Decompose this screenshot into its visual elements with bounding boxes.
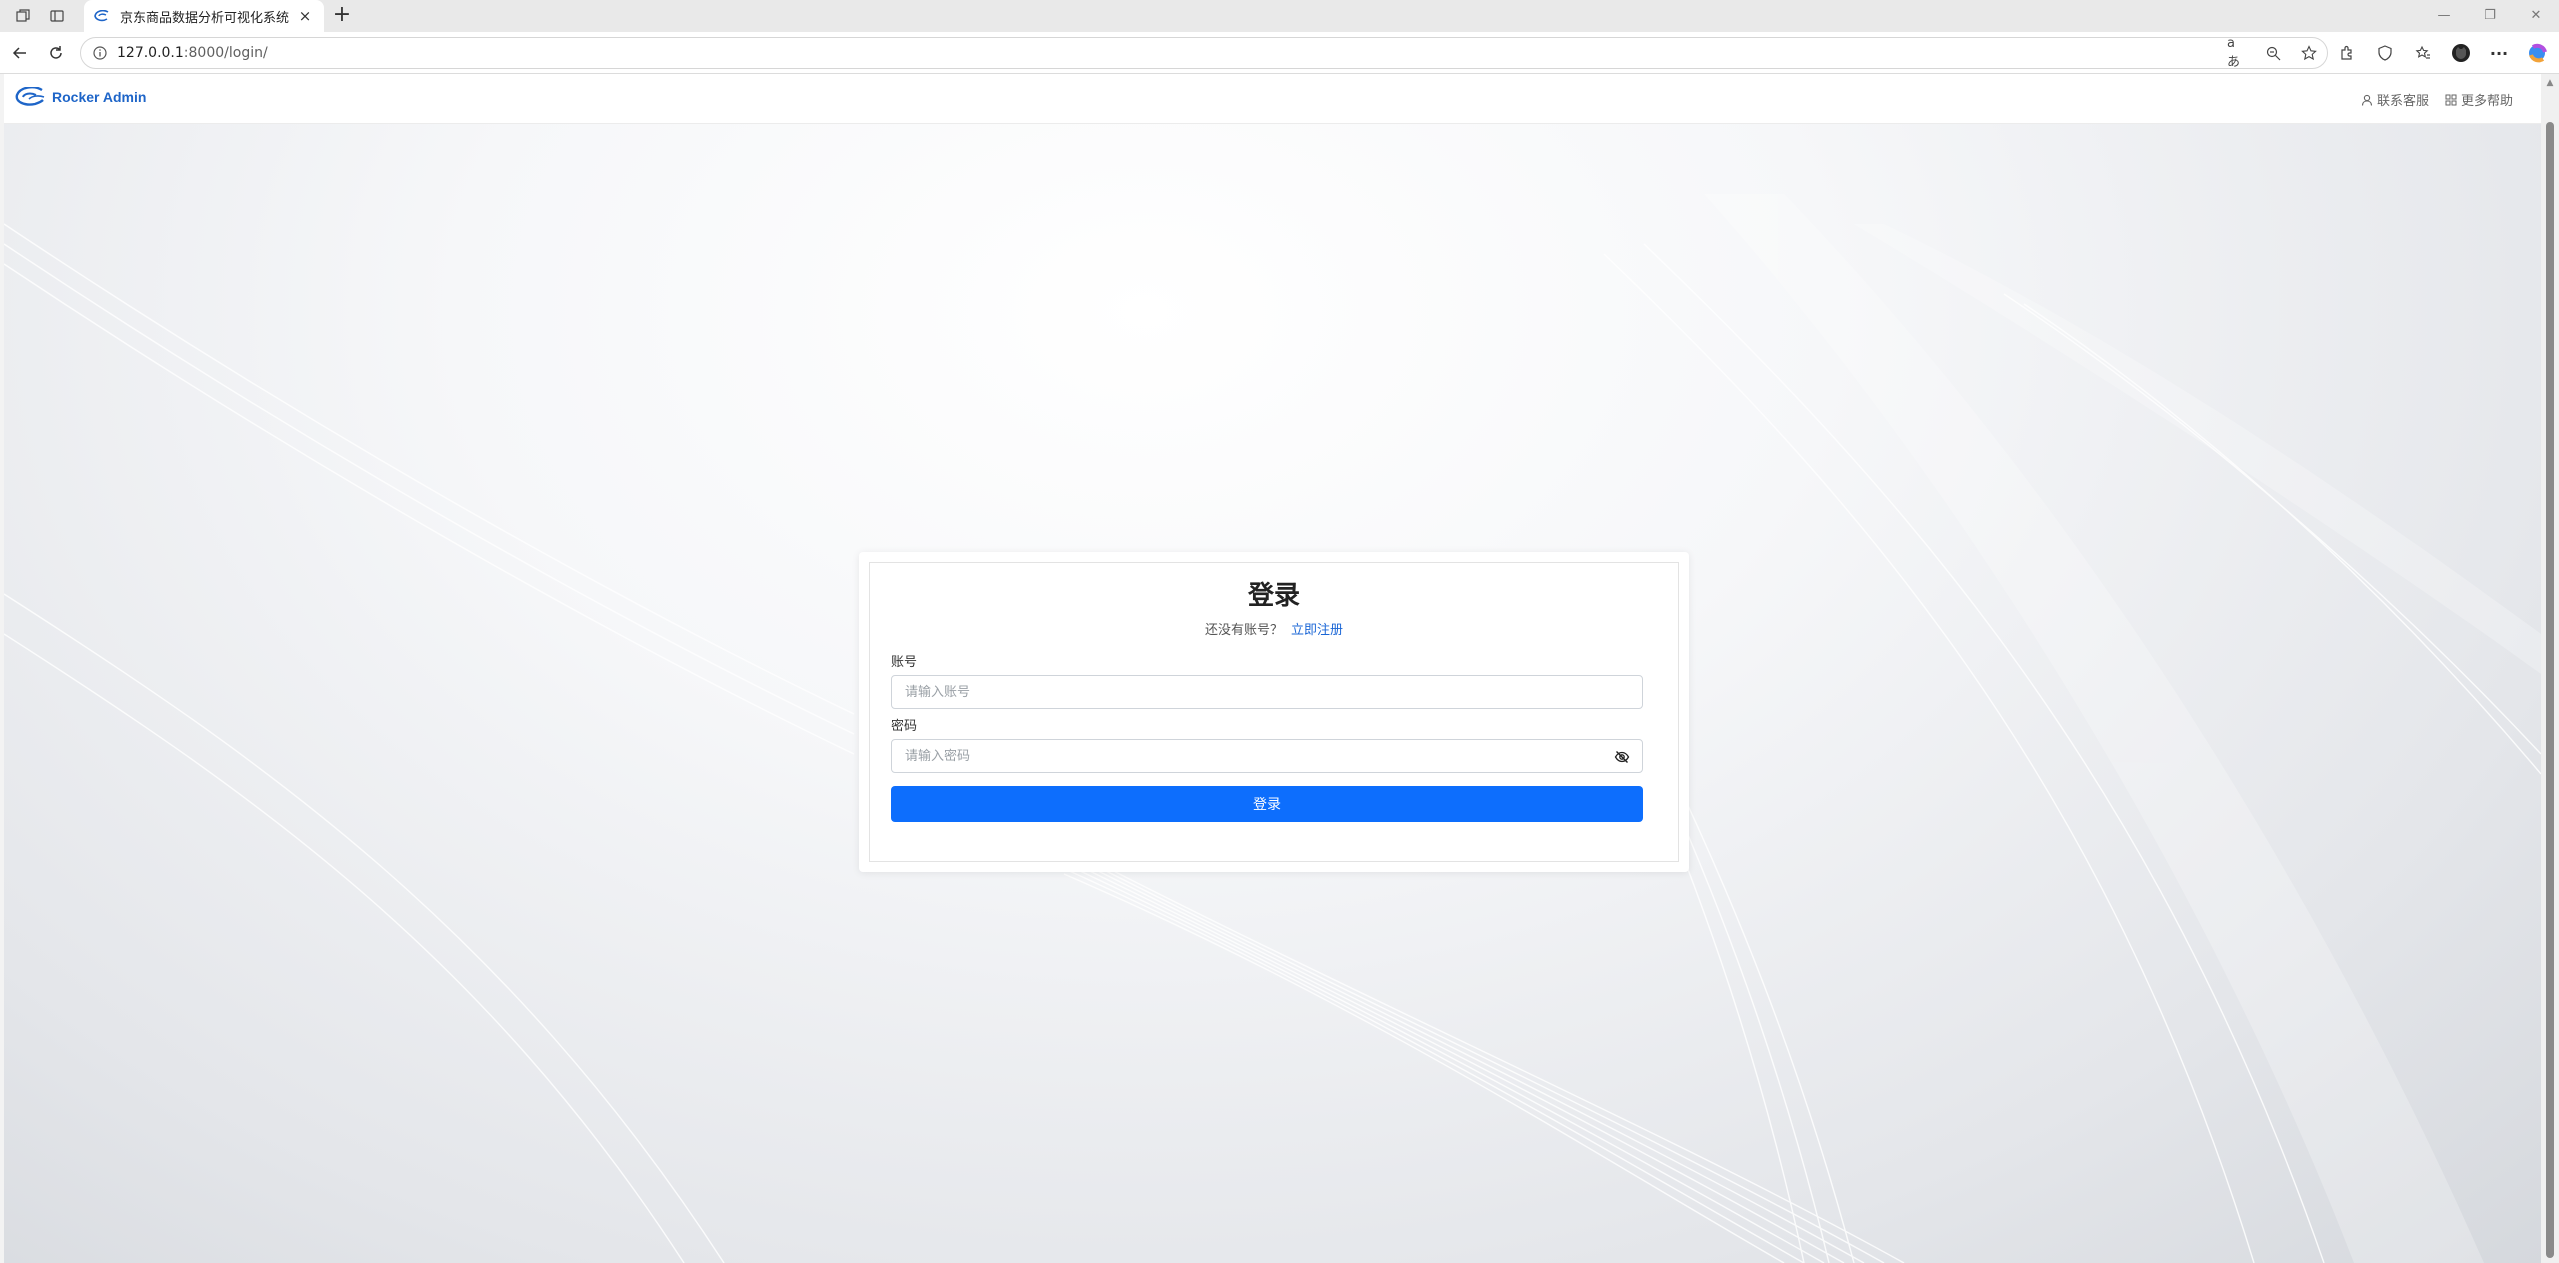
workspaces-icon[interactable] [13, 6, 33, 26]
login-title: 登录 [1247, 581, 1300, 611]
page-scrollbar[interactable]: ▲ [2541, 74, 2559, 1263]
password-field [891, 739, 1643, 773]
extensions-icon[interactable] [2335, 41, 2359, 65]
tab-title: 京东商品数据分析可视化系统 [120, 10, 290, 26]
window-close-button[interactable]: ✕ [2516, 4, 2556, 28]
site-info-icon[interactable] [91, 44, 109, 62]
user-icon [2361, 94, 2373, 106]
eye-slash-icon[interactable] [1614, 749, 1630, 765]
password-label: 密码 [891, 719, 918, 734]
more-help-link[interactable]: 更多帮助 [2445, 90, 2513, 109]
browser-essentials-icon[interactable] [2373, 41, 2397, 65]
zoom-out-icon[interactable] [2263, 43, 2283, 63]
read-aloud-icon[interactable]: aあ [2227, 36, 2247, 70]
account-field [891, 675, 1643, 709]
url-path: :8000/login/ [183, 45, 268, 61]
login-form: 登录 还没有账号？ 立即注册 账号 密码 登录 [869, 562, 1679, 862]
browser-tab-bar: 京东商品数据分析可视化系统 × + — ❐ ✕ [0, 0, 2559, 32]
favorite-star-icon[interactable] [2299, 43, 2319, 63]
register-prompt: 还没有账号？ 立即注册 [891, 619, 1657, 638]
tab-actions-icon[interactable] [47, 6, 67, 26]
scrollbar-thumb[interactable] [2546, 122, 2554, 1258]
window-restore-button[interactable]: ❐ [2470, 4, 2510, 28]
password-input[interactable] [892, 740, 1642, 772]
brand-name: Rocker Admin [52, 89, 147, 105]
window-minimize-button[interactable]: — [2424, 4, 2464, 28]
account-input[interactable] [892, 676, 1642, 708]
browser-address-bar: 127.0.0.1:8000/login/ aあ ··· [0, 32, 2559, 74]
contact-support-label: 联系客服 [2376, 94, 2429, 109]
tab-close-icon[interactable]: × [296, 7, 314, 25]
browser-tab-active[interactable]: 京东商品数据分析可视化系统 × [84, 0, 324, 32]
register-link[interactable]: 立即注册 [1291, 623, 1343, 638]
login-submit-button[interactable]: 登录 [891, 786, 1643, 822]
rocker-logo-icon [15, 87, 45, 106]
account-label: 账号 [891, 655, 918, 670]
grid-icon [2445, 94, 2457, 105]
page-viewport: Rocker Admin 联系客服 更多帮助 登录 还没有账号？ 立即注册 账号 … [4, 74, 2541, 1263]
site-favicon-icon [94, 8, 110, 24]
more-options-icon[interactable]: ··· [2487, 41, 2511, 65]
reload-icon[interactable] [44, 41, 68, 65]
new-tab-button[interactable]: + [330, 4, 354, 28]
login-card: 登录 还没有账号？ 立即注册 账号 密码 登录 [859, 552, 1689, 872]
collections-icon[interactable] [2411, 41, 2435, 65]
url-text: 127.0.0.1:8000/login/ [117, 45, 268, 61]
app-header: Rocker Admin 联系客服 更多帮助 [4, 74, 2541, 124]
profile-avatar[interactable] [2449, 41, 2473, 65]
contact-support-link[interactable]: 联系客服 [2361, 90, 2429, 109]
no-account-text: 还没有账号？ [1204, 623, 1283, 638]
url-host: 127.0.0.1 [117, 45, 184, 61]
more-help-label: 更多帮助 [2460, 94, 2513, 109]
back-arrow-icon[interactable] [8, 41, 32, 65]
scroll-up-arrow-icon[interactable]: ▲ [2544, 78, 2556, 88]
url-bar[interactable]: 127.0.0.1:8000/login/ aあ [80, 36, 2328, 70]
copilot-icon[interactable] [2525, 41, 2549, 65]
brand-logo[interactable]: Rocker Admin [14, 87, 146, 107]
